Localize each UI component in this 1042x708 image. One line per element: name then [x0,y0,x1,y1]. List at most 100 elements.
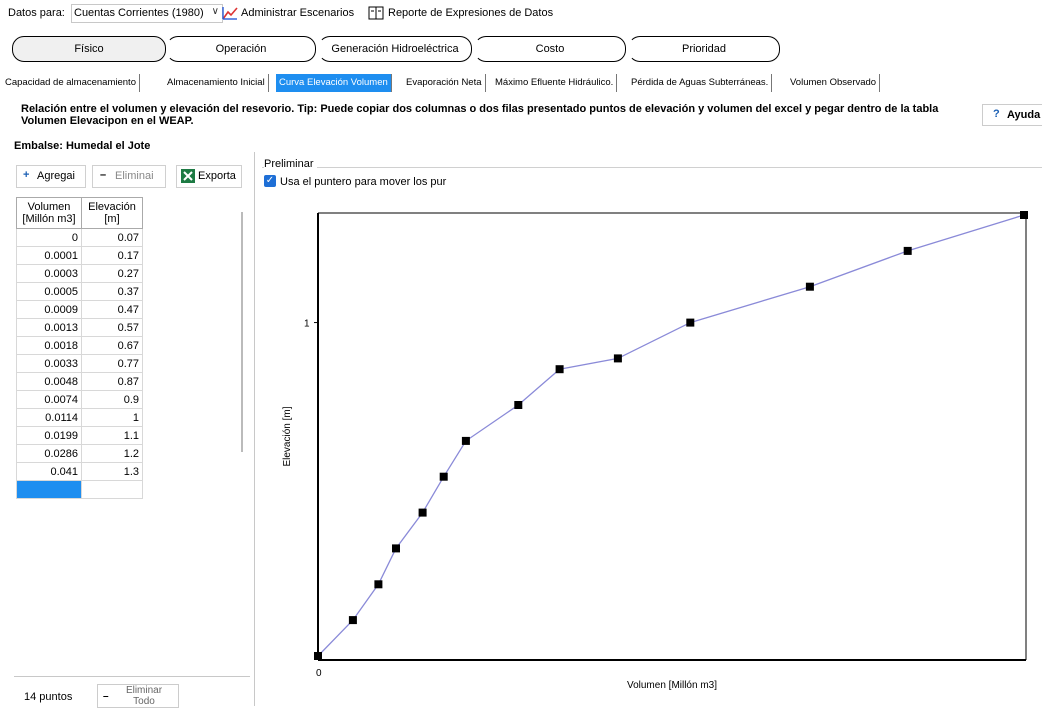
subtab-curva-elevacion-volumen[interactable]: Curva Elevación Volumen [276,74,392,92]
volume-column-header[interactable]: Volumen [Millón m3] [16,197,82,229]
volume-cell[interactable]: 0.0199 [16,426,82,445]
volume-cell[interactable]: 0.0048 [16,372,82,391]
tab-operacion[interactable]: Operación [166,36,316,62]
elevation-cell[interactable]: 1.2 [81,444,143,463]
data-point-marker[interactable] [805,282,814,291]
move-points-label: Usa el puntero para mover los pur [280,176,447,188]
report-book-icon[interactable] [368,6,384,20]
table-row[interactable]: 0.0005 0.37 [16,282,143,301]
elevation-cell[interactable]: 1 [81,408,143,427]
elevation-cell[interactable]: 0.27 [81,264,143,283]
elevation-cell[interactable]: 0.37 [81,282,143,301]
data-point-marker[interactable] [903,246,912,255]
report-expressions-link[interactable]: Reporte de Expresiones de Datos [388,7,553,19]
excel-icon [181,169,195,183]
data-point-marker[interactable] [555,365,564,374]
table-row[interactable]: 0.041 1.3 [16,462,143,481]
table-row[interactable]: 0.0286 1.2 [16,444,143,463]
data-point-marker[interactable] [686,318,695,327]
plus-icon: + [23,169,30,181]
table-row[interactable]: 0 0.07 [16,228,143,247]
tab-generacion-hidroelectrica[interactable]: Generación Hidroeléctrica [318,36,472,62]
volume-cell[interactable]: 0.0114 [16,408,82,427]
scenario-select[interactable]: Cuentas Corrientes (1980) ∨ [71,4,223,23]
data-point-marker[interactable] [514,401,523,409]
elevation-cell[interactable]: 1.1 [81,426,143,445]
elevation-cell[interactable]: 0.87 [81,372,143,391]
elevation-cell[interactable]: 0.47 [81,300,143,319]
volume-cell[interactable]: 0.0286 [16,444,82,463]
help-label: Ayuda [1007,109,1041,121]
table-row[interactable]: 0.0048 0.87 [16,372,143,391]
volume-cell[interactable]: 0.041 [16,462,82,481]
data-point-marker[interactable] [1020,211,1028,219]
data-point-marker[interactable] [418,508,427,517]
table-row[interactable]: 0.0003 0.27 [16,264,143,283]
elevation-cell[interactable]: 0.07 [81,228,143,247]
tab-fisico[interactable]: Físico [12,36,166,62]
table-row[interactable]: 0.0009 0.47 [16,300,143,319]
volume-cell[interactable]: 0 [16,228,82,247]
help-button[interactable]: ? Ayuda [982,104,1042,126]
subtab-capacidad-almacenamiento[interactable]: Capacidad de almacenamiento [2,74,140,92]
volume-cell[interactable]: 0.0001 [16,246,82,265]
data-point-marker[interactable] [439,472,448,481]
add-button[interactable]: + Agregai [16,165,86,188]
question-icon: ? [993,108,1000,120]
data-point-marker[interactable] [314,652,322,660]
table-row[interactable]: 0.0199 1.1 [16,426,143,445]
delete-all-line-1: Eliminar [125,685,163,696]
panel-divider[interactable] [254,152,255,706]
table-scrollbar[interactable] [241,212,243,452]
elevation-column-header[interactable]: Elevación [m] [81,197,143,229]
subtab-evaporacion-neta[interactable]: Evaporación Neta [403,74,486,92]
volume-cell[interactable]: 0.0009 [16,300,82,319]
subtab-almacenamiento-inicial[interactable]: Almacenamiento Inicial [164,74,269,92]
elevation-cell[interactable]: 0.67 [81,336,143,355]
new-row[interactable] [16,480,143,499]
volume-cell[interactable]: 0.0018 [16,336,82,355]
subtab-perdida-aguas[interactable]: Pérdida de Aguas Subterráneas. [628,74,773,92]
tab-costo[interactable]: Costo [474,36,626,62]
manage-scenarios-link[interactable]: Administrar Escenarios [241,7,354,19]
data-point-marker[interactable] [392,544,400,553]
subtab-volumen-observado[interactable]: Volumen Observado [787,74,881,92]
subtab-maximo-efluente[interactable]: Máximo Efluente Hidráulico. [492,74,618,92]
volume-cell[interactable]: 0.0003 [16,264,82,283]
table-row[interactable]: 0.0114 1 [16,408,143,427]
table-row[interactable]: 0.0018 0.67 [16,336,143,355]
move-points-checkbox[interactable]: ✓ [264,175,276,187]
delete-all-button[interactable]: – Eliminar Todo [97,684,179,708]
new-elevation-cell[interactable] [81,480,143,499]
elevation-cell[interactable]: 0.77 [81,354,143,373]
new-volume-cell[interactable] [16,480,82,499]
elevation-cell[interactable]: 1.3 [81,462,143,481]
elevation-volume-chart: 1 0 Elevación [m] Volumen [Millón m3] [282,211,1028,691]
elevation-cell[interactable]: 0.9 [81,390,143,409]
data-point-marker[interactable] [613,354,622,363]
data-point-marker[interactable] [348,616,357,625]
top-toolbar: Datos para: Cuentas Corrientes (1980) ∨ … [0,0,1042,26]
table-row[interactable]: 0.0033 0.77 [16,354,143,373]
table-row[interactable]: 0.0001 0.17 [16,246,143,265]
data-point-marker[interactable] [374,580,383,589]
volume-cell[interactable]: 0.0013 [16,318,82,337]
bottom-divider [14,676,250,677]
delete-label: Eliminai [115,170,154,182]
elevation-cell[interactable]: 0.17 [81,246,143,265]
volume-cell[interactable]: 0.0005 [16,282,82,301]
table-row[interactable]: 0.0013 0.57 [16,318,143,337]
data-point-marker[interactable] [461,436,470,445]
series-line [317,214,1025,657]
elevation-header-line-1: Elevación [88,201,136,213]
volume-cell[interactable]: 0.0033 [16,354,82,373]
elevation-cell[interactable]: 0.57 [81,318,143,337]
description-line-2: Volumen Elevacipon en el WEAP. [21,115,194,127]
chart-line-icon[interactable] [222,6,238,20]
tab-prioridad[interactable]: Prioridad [628,36,780,62]
delete-button[interactable]: – Eliminai [92,165,166,188]
volume-cell[interactable]: 0.0074 [16,390,82,409]
table-row[interactable]: 0.0074 0.9 [16,390,143,409]
minus-icon: – [100,169,107,181]
export-button[interactable]: Exporta [176,165,242,188]
